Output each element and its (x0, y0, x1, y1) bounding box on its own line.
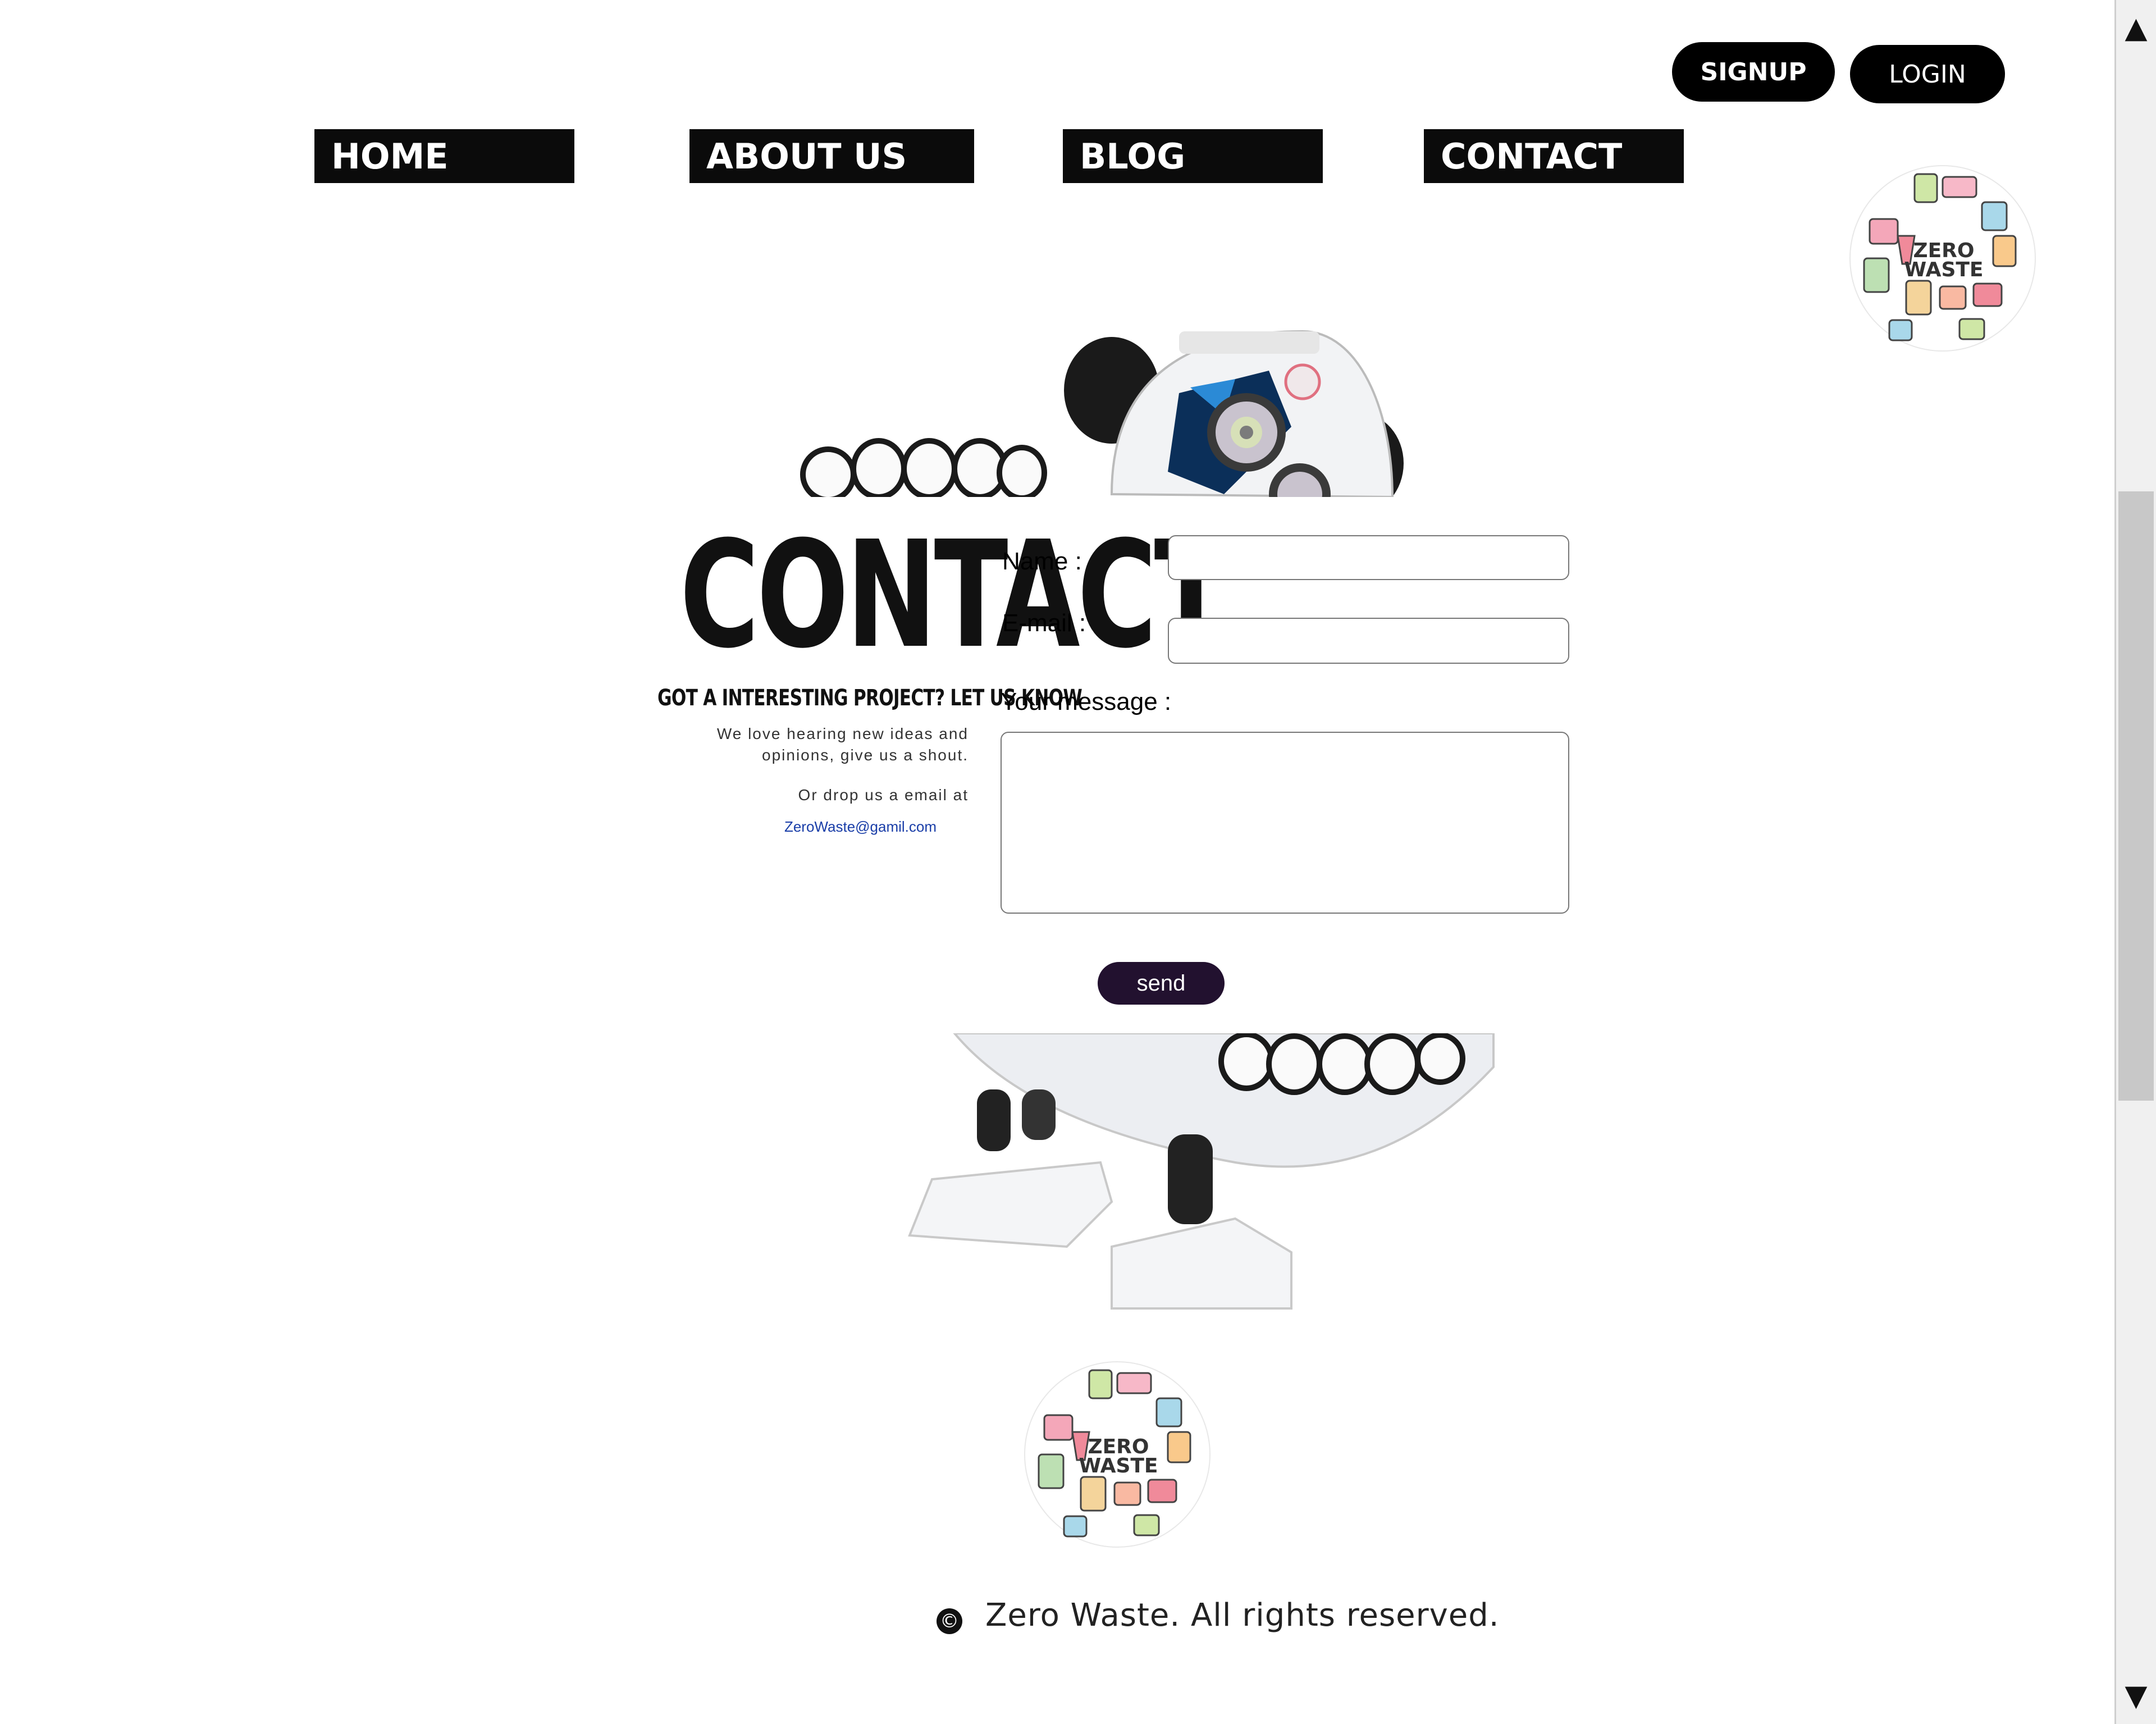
scroll-up-arrow-icon[interactable]: ▲ (2116, 0, 2156, 56)
svg-text:WASTE: WASTE (1079, 1454, 1158, 1477)
contact-subheading: GOT A INTERESTING PROJECT? LET US KNOW (657, 685, 1082, 711)
name-label: Name : (1002, 548, 1082, 575)
signup-button[interactable]: SIGNUP (1672, 42, 1835, 102)
send-button[interactable]: send (1098, 962, 1225, 1005)
footer-copyright-text: Zero Waste. All rights reserved. (985, 1597, 1500, 1634)
contact-email-link[interactable]: ZeroWaste@gamil.com (719, 818, 1002, 836)
copyright-icon: © (937, 1608, 962, 1634)
message-textarea[interactable] (1001, 732, 1569, 914)
zero-waste-footer-logo: ZERO WASTE (1024, 1361, 1211, 1548)
contact-intro-line-2: opinions, give us a shout. (762, 746, 969, 764)
email-label: E-mail : (1002, 609, 1086, 637)
contact-intro-line-1: We love hearing new ideas and (716, 725, 969, 742)
contact-email-prompt: Or drop us a email at (798, 786, 969, 804)
nav-home[interactable]: HOME (314, 129, 574, 183)
robot-bottom-image (908, 1033, 1495, 1310)
robot-top-image (800, 330, 1404, 497)
zero-waste-logo: ZERO WASTE (1849, 165, 2036, 352)
name-input[interactable] (1168, 535, 1569, 580)
email-input[interactable] (1168, 618, 1569, 664)
nav-about-us[interactable]: ABOUT US (689, 129, 974, 183)
scrollbar-thumb[interactable] (2118, 491, 2154, 1101)
vertical-scrollbar[interactable]: ▲ ▼ (2114, 0, 2156, 1724)
login-button[interactable]: LOGIN (1850, 45, 2005, 103)
nav-contact[interactable]: CONTACT (1424, 129, 1684, 183)
contact-heading: CONTACT (679, 509, 1228, 681)
scroll-down-arrow-icon[interactable]: ▼ (2116, 1668, 2156, 1724)
contact-intro-text: We love hearing new ideas and opinions, … (629, 723, 969, 766)
nav-blog[interactable]: BLOG (1063, 129, 1323, 183)
message-label: Your message : (1001, 688, 1172, 715)
svg-text:WASTE: WASTE (1904, 258, 1983, 281)
